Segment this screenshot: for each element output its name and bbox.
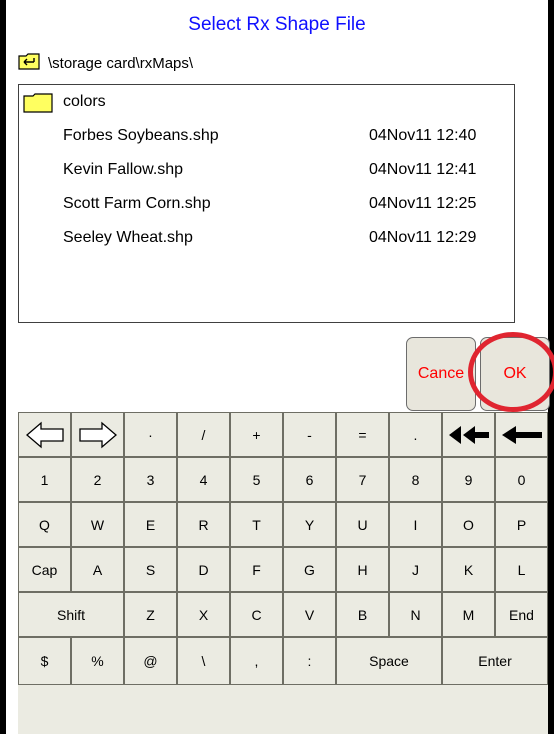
double-arrow-left-icon — [448, 425, 489, 444]
file-name: colors — [63, 93, 106, 110]
list-item[interactable]: Forbes Soybeans.shp 04Nov11 12:40 — [19, 121, 514, 151]
key-dollar[interactable]: $ — [18, 637, 71, 685]
key-period[interactable]: . — [389, 412, 442, 457]
arrow-right-icon — [78, 421, 117, 448]
enter-key[interactable]: Enter — [442, 637, 548, 685]
key-b[interactable]: B — [336, 592, 389, 637]
key-u[interactable]: U — [336, 502, 389, 547]
on-screen-keyboard: · / + - = . 1 2 3 4 5 6 7 8 9 0 Q W E R … — [18, 412, 548, 734]
key-9[interactable]: 9 — [442, 457, 495, 502]
arrow-right-key[interactable] — [71, 412, 124, 457]
file-name: Seeley Wheat.shp — [63, 229, 193, 246]
key-h[interactable]: H — [336, 547, 389, 592]
key-j[interactable]: J — [389, 547, 442, 592]
key-a[interactable]: A — [71, 547, 124, 592]
key-comma[interactable]: , — [230, 637, 283, 685]
key-f[interactable]: F — [230, 547, 283, 592]
key-k[interactable]: K — [442, 547, 495, 592]
key-n[interactable]: N — [389, 592, 442, 637]
key-5[interactable]: 5 — [230, 457, 283, 502]
key-q[interactable]: Q — [18, 502, 71, 547]
list-item-folder[interactable]: colors — [19, 87, 514, 117]
rx-shape-file-dialog: Select Rx Shape File \storage card\rxMap… — [0, 0, 554, 734]
key-equals[interactable]: = — [336, 412, 389, 457]
arrow-left-icon — [25, 421, 64, 448]
up-folder-icon[interactable] — [18, 52, 40, 75]
file-name: Scott Farm Corn.shp — [63, 195, 211, 212]
key-plus[interactable]: + — [230, 412, 283, 457]
key-8[interactable]: 8 — [389, 457, 442, 502]
key-i[interactable]: I — [389, 502, 442, 547]
dialog-title: Select Rx Shape File — [188, 14, 366, 35]
key-o[interactable]: O — [442, 502, 495, 547]
key-2[interactable]: 2 — [71, 457, 124, 502]
key-y[interactable]: Y — [283, 502, 336, 547]
key-6[interactable]: 6 — [283, 457, 336, 502]
file-name: Kevin Fallow.shp — [63, 161, 184, 178]
clear-key[interactable] — [442, 412, 495, 457]
key-s[interactable]: S — [124, 547, 177, 592]
file-list[interactable]: colors Forbes Soybeans.shp 04Nov11 12:40… — [18, 84, 515, 323]
key-at[interactable]: @ — [124, 637, 177, 685]
key-l[interactable]: L — [495, 547, 548, 592]
caps-key[interactable]: Cap — [18, 547, 71, 592]
key-4[interactable]: 4 — [177, 457, 230, 502]
key-3[interactable]: 3 — [124, 457, 177, 502]
cancel-button[interactable]: Cance — [406, 337, 476, 411]
arrow-left-key[interactable] — [18, 412, 71, 457]
key-middot[interactable]: · — [124, 412, 177, 457]
key-0[interactable]: 0 — [495, 457, 548, 502]
space-key[interactable]: Space — [336, 637, 442, 685]
file-date: 04Nov11 12:29 — [369, 229, 477, 246]
key-g[interactable]: G — [283, 547, 336, 592]
file-date: 04Nov11 12:25 — [369, 195, 477, 212]
folder-icon — [23, 93, 53, 118]
file-date: 04Nov11 12:41 — [369, 161, 477, 178]
key-t[interactable]: T — [230, 502, 283, 547]
key-p[interactable]: P — [495, 502, 548, 547]
key-percent[interactable]: % — [71, 637, 124, 685]
key-7[interactable]: 7 — [336, 457, 389, 502]
left-border — [0, 0, 6, 734]
key-d[interactable]: D — [177, 547, 230, 592]
current-path: \storage card\rxMaps\ — [48, 54, 194, 72]
end-key[interactable]: End — [495, 592, 548, 637]
key-colon[interactable]: : — [283, 637, 336, 685]
key-w[interactable]: W — [71, 502, 124, 547]
file-name: Forbes Soybeans.shp — [63, 127, 219, 144]
key-e[interactable]: E — [124, 502, 177, 547]
highlight-ring — [468, 332, 554, 412]
key-r[interactable]: R — [177, 502, 230, 547]
backspace-key[interactable] — [495, 412, 548, 457]
key-x[interactable]: X — [177, 592, 230, 637]
list-item[interactable]: Kevin Fallow.shp 04Nov11 12:41 — [19, 155, 514, 185]
list-item[interactable]: Scott Farm Corn.shp 04Nov11 12:25 — [19, 189, 514, 219]
list-item[interactable]: Seeley Wheat.shp 04Nov11 12:29 — [19, 223, 514, 253]
key-v[interactable]: V — [283, 592, 336, 637]
shift-key[interactable]: Shift — [18, 592, 124, 637]
key-1[interactable]: 1 — [18, 457, 71, 502]
key-slash[interactable]: / — [177, 412, 230, 457]
backspace-icon — [501, 425, 542, 444]
key-m[interactable]: M — [442, 592, 495, 637]
key-c[interactable]: C — [230, 592, 283, 637]
key-minus[interactable]: - — [283, 412, 336, 457]
key-backslash[interactable]: \ — [177, 637, 230, 685]
path-row: \storage card\rxMaps\ — [18, 52, 193, 74]
file-date: 04Nov11 12:40 — [369, 127, 477, 144]
key-z[interactable]: Z — [124, 592, 177, 637]
